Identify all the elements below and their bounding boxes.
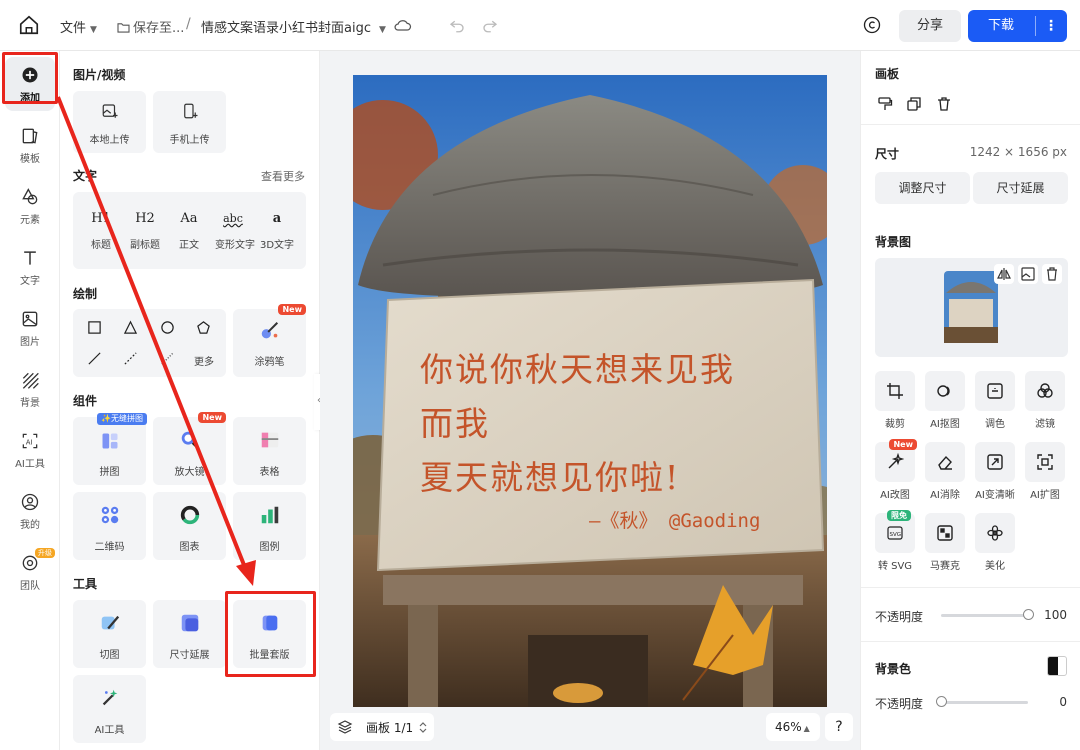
- annotation-arrow: [56, 96, 256, 586]
